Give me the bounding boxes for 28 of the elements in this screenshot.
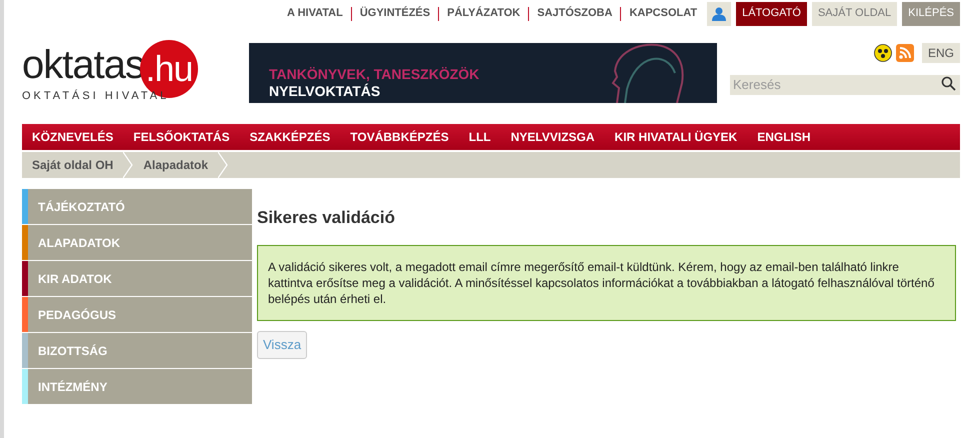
account-button[interactable]: LÁTOGATÓ: [736, 2, 807, 26]
account-button[interactable]: SAJÁT OLDAL: [812, 2, 898, 26]
main-nav-link[interactable]: NYELVVIZSGA: [510, 128, 595, 146]
page-title: Sikeres validáció: [257, 207, 396, 229]
main-nav-link[interactable]: TOVÁBBKÉPZÉS: [350, 128, 449, 146]
search-field[interactable]: Keresés: [730, 74, 960, 94]
breadcrumb-link[interactable]: Saját oldal OH: [22, 156, 124, 174]
top-link[interactable]: SAJTÓSZOBA: [537, 5, 612, 22]
main-nav-link[interactable]: KIR HIVATALI ÜGYEK: [614, 128, 738, 146]
user-icon[interactable]: [707, 2, 732, 26]
main-nav-link[interactable]: LLL: [468, 128, 491, 146]
top-link[interactable]: ÜGYINTÉZÉS: [360, 5, 430, 22]
top-link[interactable]: KAPCSOLAT: [629, 5, 698, 22]
breadcrumb-link[interactable]: Alapadatok: [133, 156, 218, 174]
top-link[interactable]: PÁLYÁZATOK: [447, 5, 520, 22]
search-icon[interactable]: [941, 76, 956, 91]
language-button[interactable]: ENG: [922, 43, 960, 63]
main-nav-link[interactable]: ENGLISH: [757, 128, 811, 146]
main-nav-link[interactable]: FELSŐOKTATÁS: [133, 128, 230, 146]
top-link[interactable]: A HIVATAL: [287, 5, 343, 22]
breadcrumb-separator: [123, 152, 134, 178]
site-logo[interactable]: oktatas.hu OKTATÁSI HIVATAL: [22, 43, 249, 105]
accessibility-icon[interactable]: [874, 44, 892, 62]
success-message: A validáció sikeres volt, a megadott email címre megerősítő email-t küldtünk. Kérem, hogy az email-ben található linkre kattintva erősítse meg a validációt. A minősítéssel kapcsolatos információkat a továbbiakban a látogató felhasználóval történő belépés után érheti el.: [257, 244, 956, 320]
main-nav-link[interactable]: KÖZNEVELÉS: [32, 128, 114, 146]
banner[interactable]: TANKÖNYVEK, TANESZKÖZÖK NYELVOKTATÁS: [249, 43, 717, 103]
main-nav-link[interactable]: SZAKKÉPZÉS: [250, 128, 330, 146]
breadcrumb-separator: [218, 152, 228, 178]
